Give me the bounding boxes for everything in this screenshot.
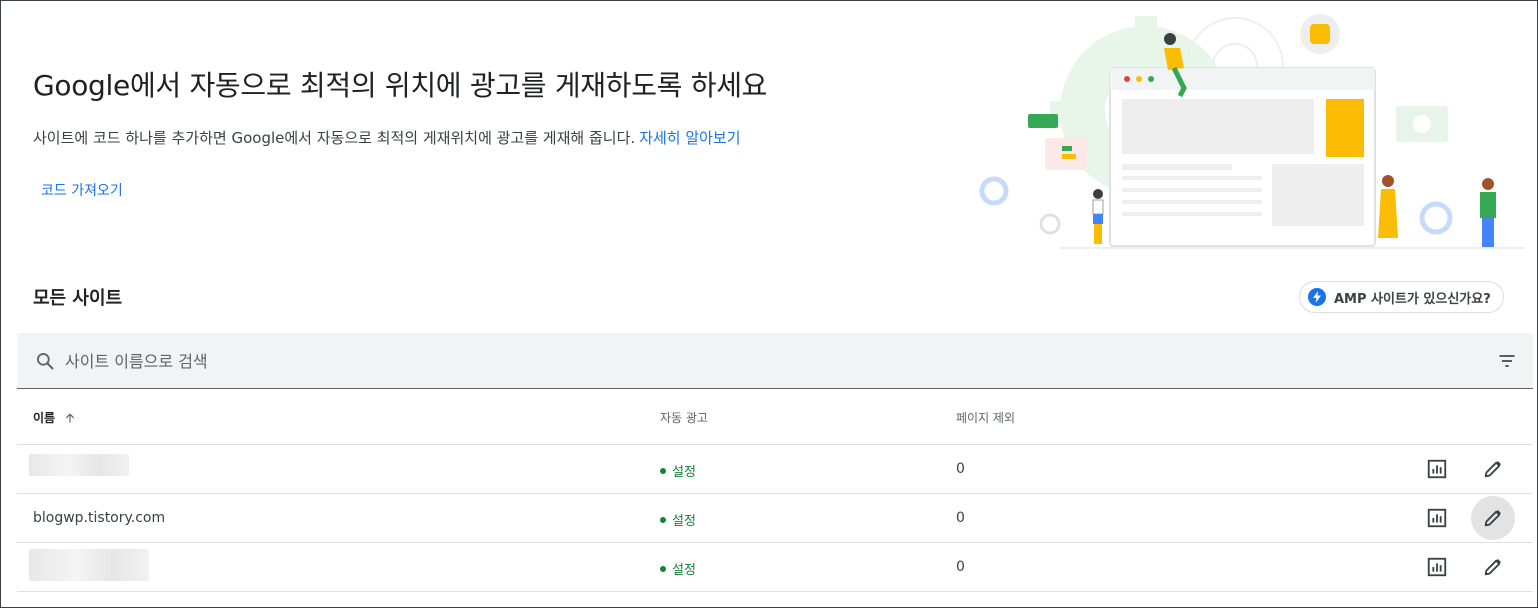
table-header: 이름 자동 광고 페이지 제외 — [17, 389, 1533, 445]
column-header-auto-ads: 자동 광고 — [660, 411, 708, 425]
filter-icon[interactable] — [1497, 351, 1517, 371]
auto-ads-status-label: 설정 — [672, 563, 696, 578]
hero-description: 사이트에 코드 하나를 추가하면 Google에서 자동으로 최적의 게재위치에… — [33, 127, 741, 148]
report-button[interactable] — [1415, 447, 1459, 491]
table-row: 설정 0 — [17, 543, 1533, 592]
section-title: 모든 사이트 — [33, 288, 123, 309]
arrow-up-icon — [66, 412, 75, 423]
table-row: blogwp.tistory.com 설정 0 — [17, 494, 1533, 543]
column-header-name-label: 이름 — [33, 411, 56, 425]
status-dot — [660, 467, 666, 474]
auto-ads-status: 설정 — [660, 461, 696, 480]
edit-button[interactable] — [1471, 545, 1515, 589]
excluded-pages-count: 0 — [956, 559, 965, 575]
bar-chart-icon — [1427, 508, 1447, 528]
lightning-icon — [1308, 288, 1326, 306]
blurred-site-name — [29, 454, 129, 476]
edit-button[interactable] — [1471, 447, 1515, 491]
hero-description-text: 사이트에 코드 하나를 추가하면 Google에서 자동으로 최적의 게재위치에… — [33, 129, 636, 147]
column-header-excluded-pages: 페이지 제외 — [956, 411, 1016, 425]
auto-ads-status-label: 설정 — [672, 514, 696, 529]
pencil-icon — [1484, 559, 1501, 576]
excluded-pages-count: 0 — [956, 461, 965, 477]
auto-ads-illustration — [979, 14, 1525, 249]
report-button[interactable] — [1415, 496, 1459, 540]
auto-ads-status-label: 설정 — [672, 465, 696, 480]
edit-button[interactable] — [1471, 496, 1515, 540]
pencil-icon — [1484, 510, 1501, 527]
get-code-button[interactable]: 코드 가져오기 — [33, 176, 131, 204]
excluded-pages-count: 0 — [956, 510, 965, 526]
pencil-icon — [1484, 461, 1501, 478]
table-row: 설정 0 — [17, 445, 1533, 494]
learn-more-link[interactable]: 자세히 알아보기 — [639, 129, 740, 147]
blurred-site-name — [29, 549, 149, 581]
bar-chart-icon — [1427, 459, 1447, 479]
site-search-input[interactable] — [65, 347, 1365, 375]
column-header-name[interactable]: 이름 — [33, 409, 77, 426]
search-icon — [37, 353, 54, 370]
status-dot — [660, 565, 666, 572]
site-name[interactable]: blogwp.tistory.com — [33, 510, 165, 526]
bar-chart-icon — [1427, 557, 1447, 577]
auto-ads-status: 설정 — [660, 510, 696, 529]
page-title: Google에서 자동으로 최적의 위치에 광고를 게재하도록 하세요 — [33, 69, 768, 102]
auto-ads-status: 설정 — [660, 559, 696, 578]
amp-sites-chip[interactable]: AMP 사이트가 있으신가요? — [1299, 281, 1504, 313]
status-dot — [660, 516, 666, 523]
site-search-bar — [17, 333, 1533, 389]
report-button[interactable] — [1415, 545, 1459, 589]
amp-chip-label: AMP 사이트가 있으신가요? — [1334, 291, 1491, 307]
